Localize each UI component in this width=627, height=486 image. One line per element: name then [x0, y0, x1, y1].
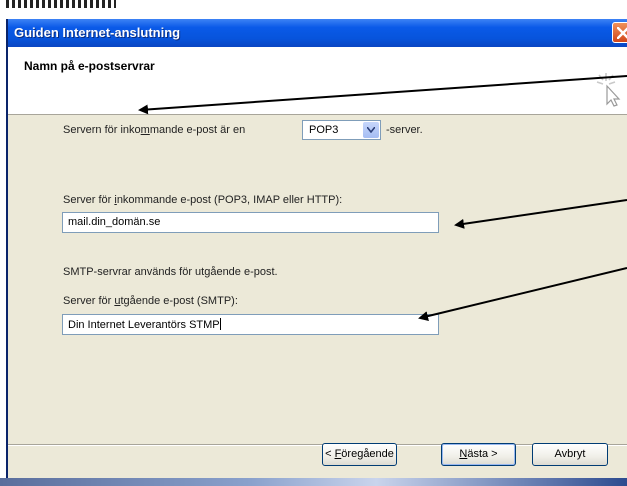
annotation-arrow-incoming-type [138, 75, 627, 115]
annotation-arrows [138, 75, 627, 321]
annotation-arrow-outgoing-server [418, 267, 627, 321]
annotation-arrow-incoming-server [454, 199, 627, 229]
screenshot: Guiden Internet-anslutning Namn på e-pos… [0, 0, 627, 486]
